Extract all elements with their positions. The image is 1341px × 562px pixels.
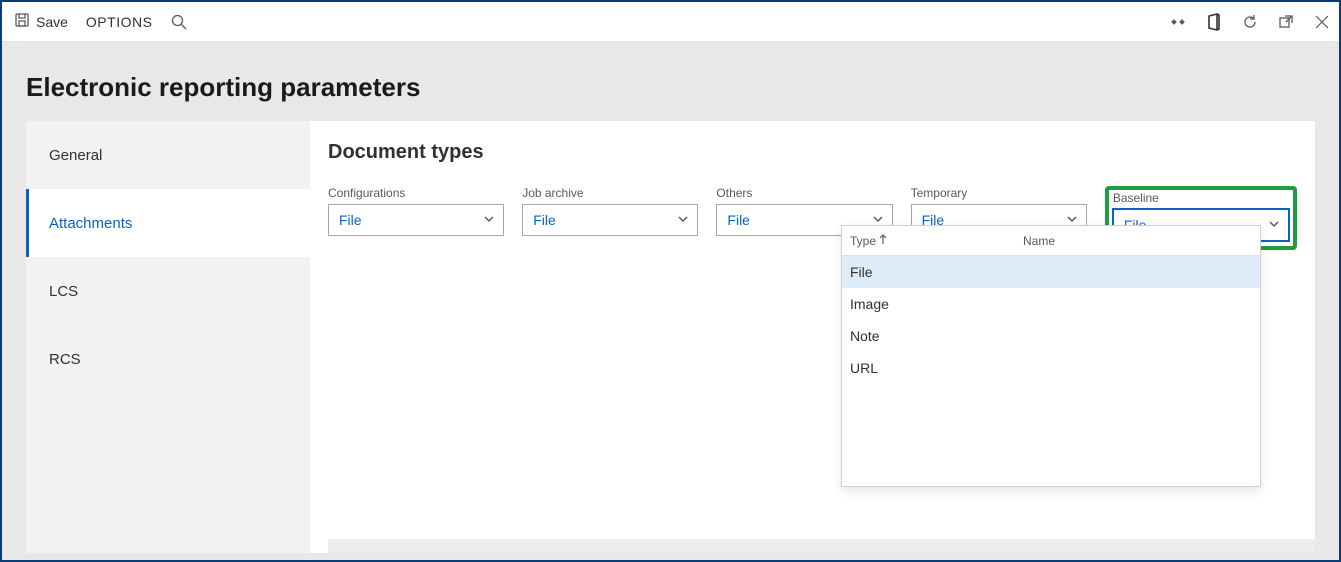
dropdown-row[interactable]: Note xyxy=(842,320,1260,352)
tab-rcs[interactable]: RCS xyxy=(26,325,310,393)
tab-label: RCS xyxy=(49,351,81,368)
action-bar-left: Save OPTIONS xyxy=(14,12,188,31)
action-bar: Save OPTIONS xyxy=(2,2,1339,42)
configurations-dropdown[interactable]: File xyxy=(328,204,504,236)
content-panel: Document types Configurations File Job a… xyxy=(310,121,1315,553)
field-value: File xyxy=(339,212,362,228)
row-name xyxy=(1023,328,1254,344)
options-button[interactable]: OPTIONS xyxy=(86,14,153,30)
popout-icon[interactable] xyxy=(1277,13,1295,31)
tab-lcs[interactable]: LCS xyxy=(26,257,310,325)
tab-label: Attachments xyxy=(49,215,132,232)
action-bar-right xyxy=(1169,13,1331,31)
field-configurations: Configurations File xyxy=(328,186,504,236)
tab-label: General xyxy=(49,147,102,164)
tabs: General Attachments LCS RCS xyxy=(26,121,310,553)
search-icon[interactable] xyxy=(170,13,188,31)
save-label: Save xyxy=(36,14,68,30)
field-label: Baseline xyxy=(1113,191,1289,205)
row-name xyxy=(1023,296,1254,312)
page-body: Electronic reporting parameters General … xyxy=(2,42,1339,560)
column-type[interactable]: Type xyxy=(848,233,1023,248)
dropdown-row[interactable]: Image xyxy=(842,288,1260,320)
field-label: Configurations xyxy=(328,186,504,200)
section-title: Document types xyxy=(328,141,1297,164)
column-label: Type xyxy=(850,234,876,248)
close-icon[interactable] xyxy=(1313,13,1331,31)
page-title: Electronic reporting parameters xyxy=(26,72,1315,103)
tab-general[interactable]: General xyxy=(26,121,310,189)
row-type: Image xyxy=(848,296,1023,312)
chevron-down-icon xyxy=(677,212,689,228)
dropdown-row[interactable]: File xyxy=(842,256,1260,288)
refresh-icon[interactable] xyxy=(1241,13,1259,31)
row-type: Note xyxy=(848,328,1023,344)
tab-attachments[interactable]: Attachments xyxy=(26,189,310,257)
dev-tools-icon[interactable] xyxy=(1169,13,1187,31)
field-label: Others xyxy=(716,186,892,200)
save-button[interactable]: Save xyxy=(14,12,68,31)
field-label: Temporary xyxy=(911,186,1087,200)
row-type: URL xyxy=(848,360,1023,376)
form-area: General Attachments LCS RCS Document typ… xyxy=(26,121,1315,553)
sort-asc-icon xyxy=(878,233,888,248)
office-icon[interactable] xyxy=(1205,13,1223,31)
field-value: File xyxy=(727,212,750,228)
dropdown-row[interactable]: URL xyxy=(842,352,1260,384)
chevron-down-icon xyxy=(483,212,495,228)
column-name[interactable]: Name xyxy=(1023,234,1254,248)
dropdown-body: File Image Note URL xyxy=(842,256,1260,486)
tab-label: LCS xyxy=(49,283,78,300)
field-label: Job archive xyxy=(522,186,698,200)
dropdown-headers: Type Name xyxy=(842,226,1260,256)
dropdown-popup: Type Name File Image xyxy=(841,225,1261,487)
bottom-strip xyxy=(328,539,1315,553)
chevron-down-icon xyxy=(1268,217,1280,233)
row-name xyxy=(1023,360,1254,376)
field-job-archive: Job archive File xyxy=(522,186,698,236)
column-label: Name xyxy=(1023,234,1055,248)
job-archive-dropdown[interactable]: File xyxy=(522,204,698,236)
save-icon xyxy=(14,12,30,31)
row-type: File xyxy=(848,264,1023,280)
field-value: File xyxy=(533,212,556,228)
row-name xyxy=(1023,264,1254,280)
